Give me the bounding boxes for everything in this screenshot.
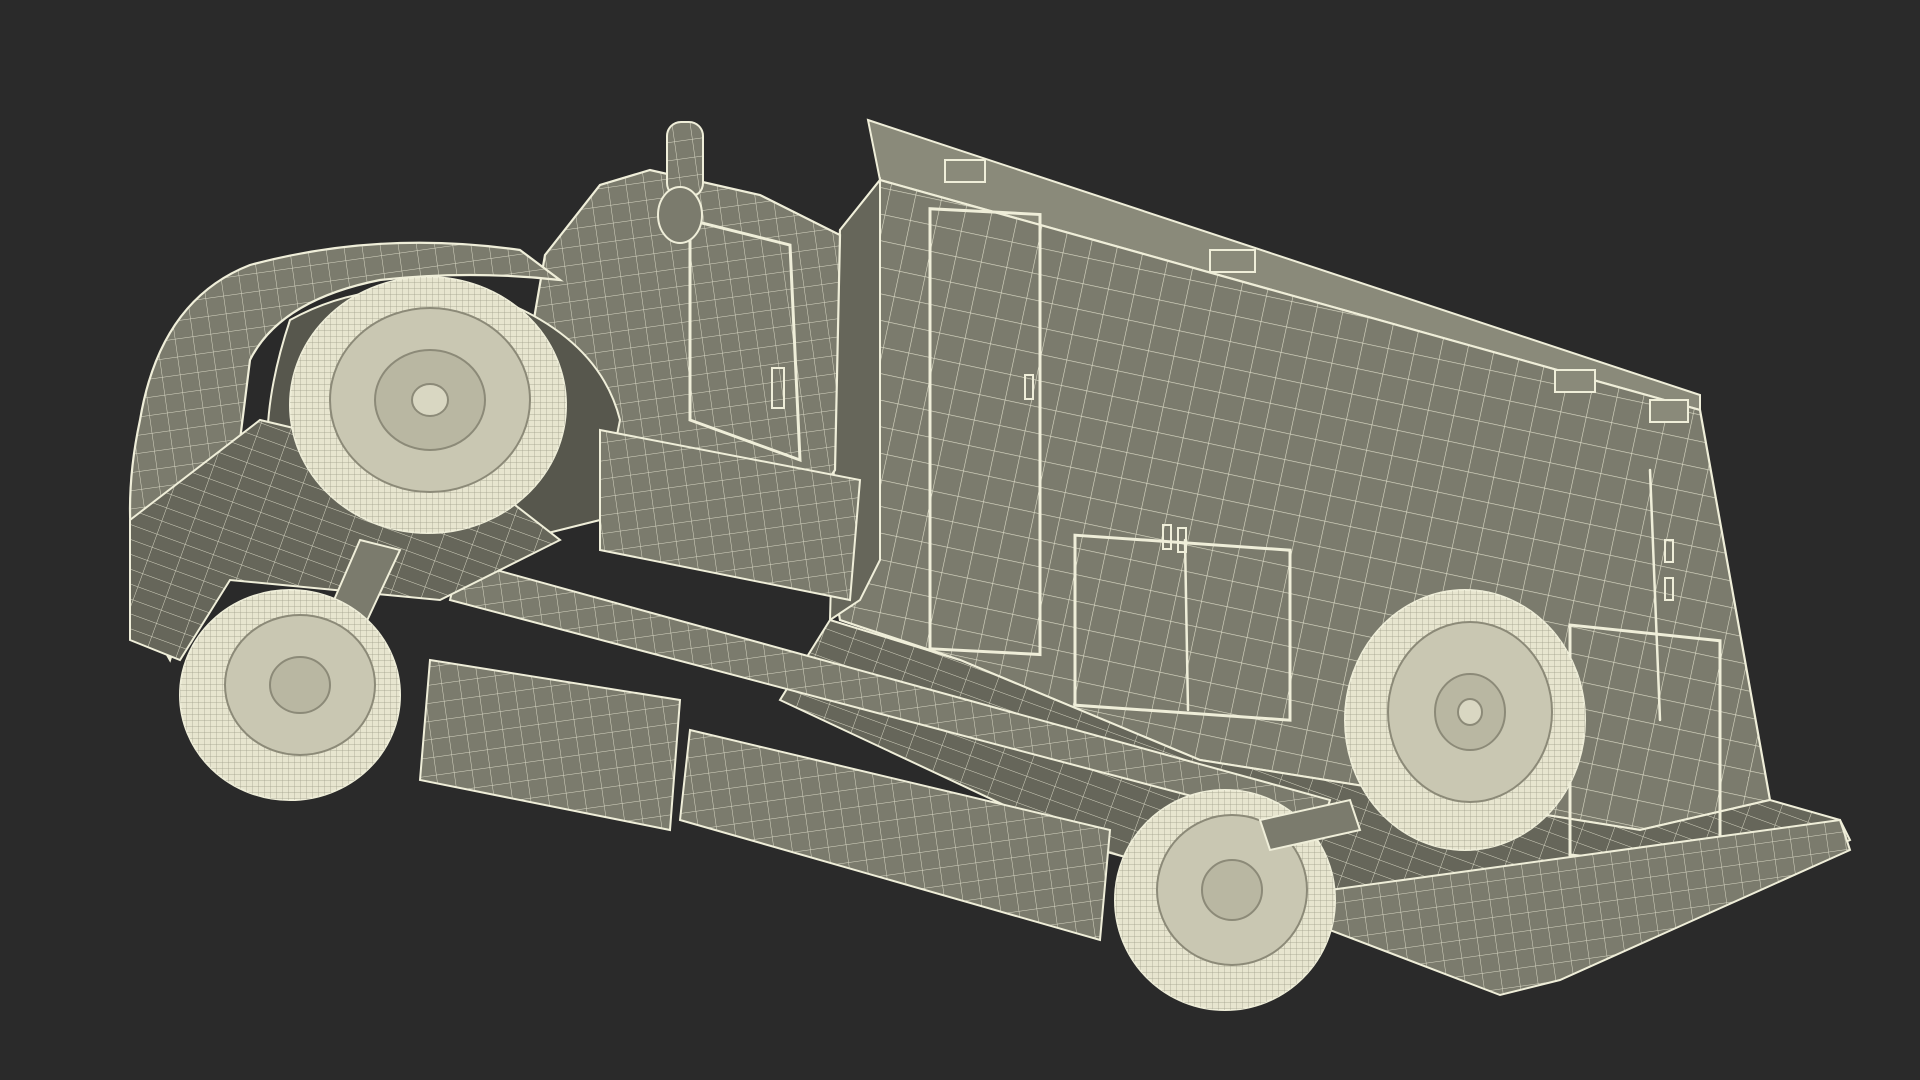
marker-light xyxy=(1209,249,1256,273)
marker-light xyxy=(1649,399,1689,423)
front-wheel-upper xyxy=(289,276,567,534)
rear-wheel-upper xyxy=(1344,589,1586,851)
viewport-canvas[interactable] xyxy=(0,0,1920,1080)
front-wheel-lower xyxy=(179,589,401,801)
mirror xyxy=(657,186,703,244)
marker-light xyxy=(1554,369,1596,393)
roof-stack-grid xyxy=(667,122,703,197)
marker-light xyxy=(944,159,986,183)
